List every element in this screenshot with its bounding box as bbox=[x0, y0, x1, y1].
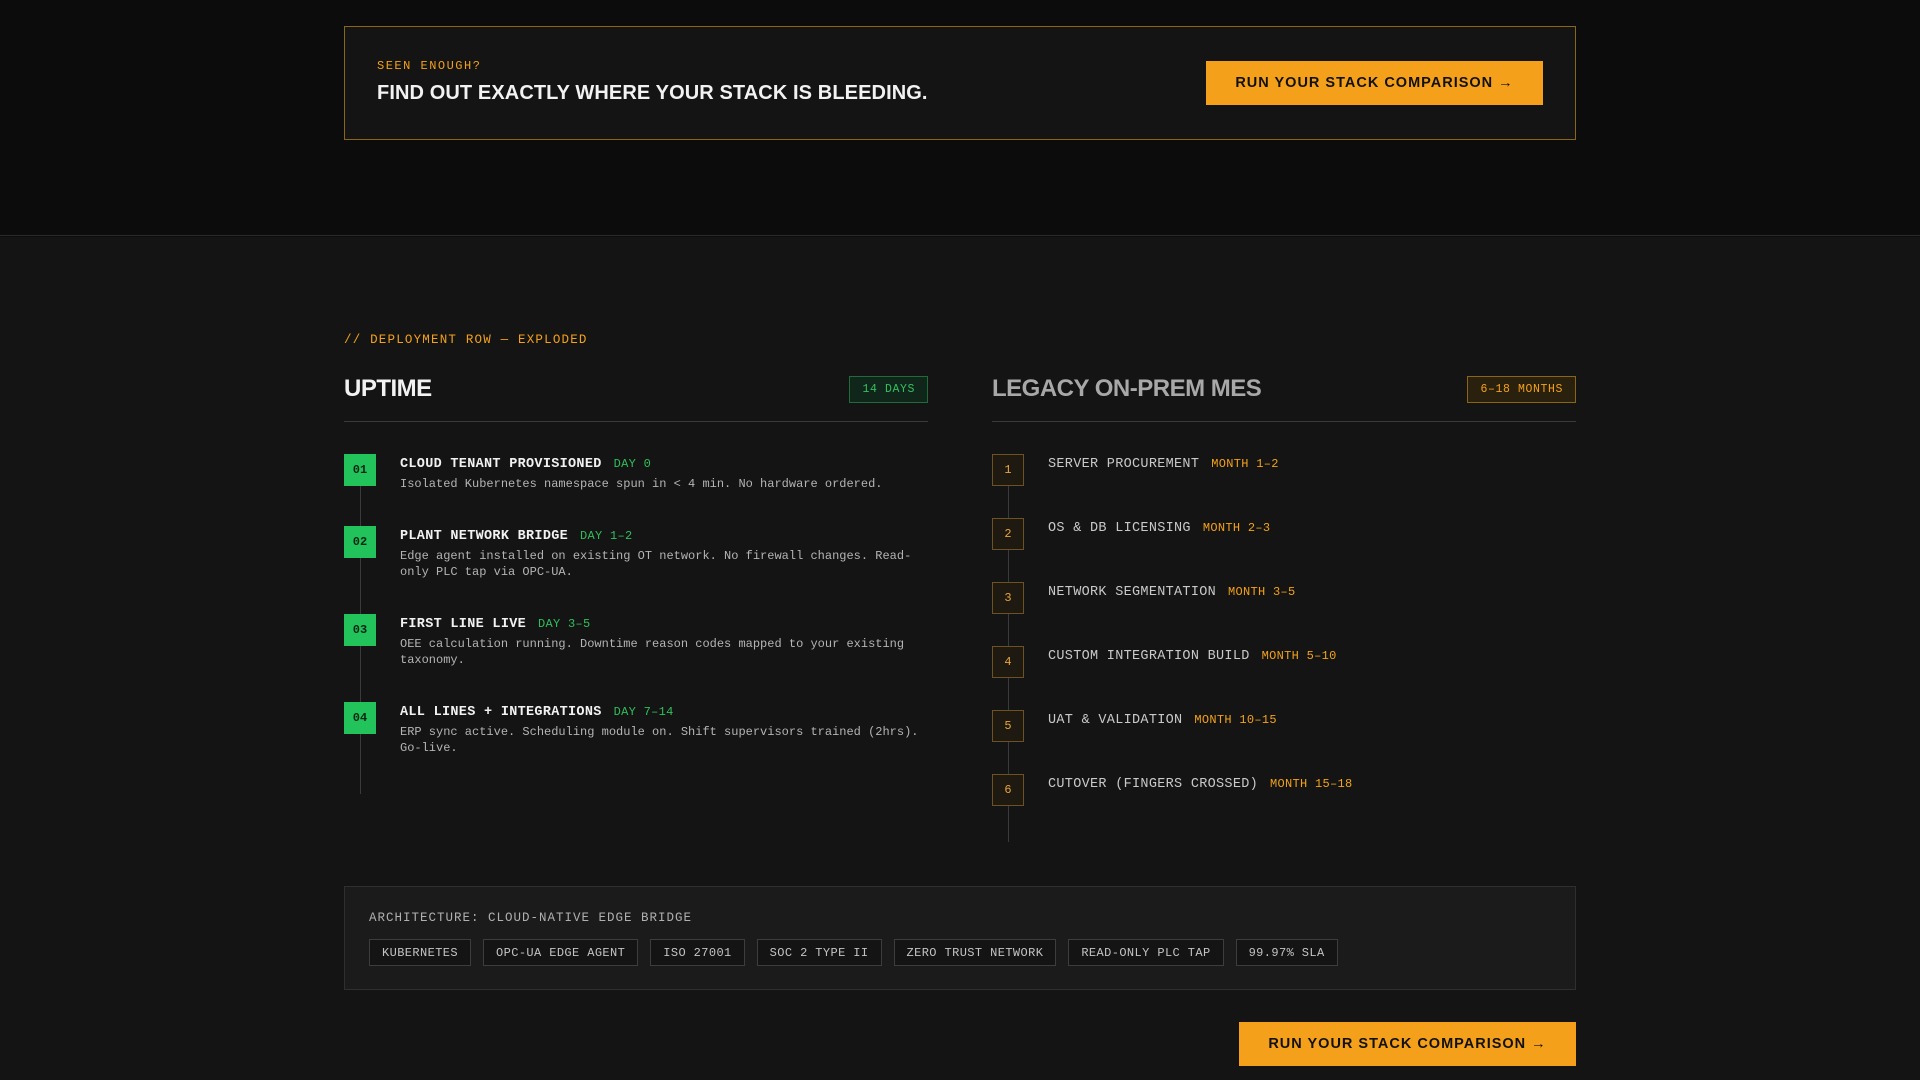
section-eyebrow: // DEPLOYMENT ROW — EXPLODED bbox=[344, 333, 588, 347]
run-stack-comparison-button[interactable]: RUN YOUR STACK COMPARISON → bbox=[1206, 61, 1543, 105]
legacy-title: LEGACY ON-PREM MES bbox=[992, 375, 1262, 402]
step-description: Isolated Kubernetes namespace spun in < … bbox=[400, 477, 883, 491]
uptime-duration-badge: 14 DAYS bbox=[849, 376, 928, 403]
architecture-label: ARCHITECTURE: CLOUD-NATIVE EDGE BRIDGE bbox=[369, 911, 693, 925]
step-description: OEE calculation running. Downtime reason… bbox=[400, 637, 905, 667]
step-name: OS & DB LICENSING bbox=[1048, 521, 1191, 536]
step-number: 4 bbox=[992, 646, 1024, 678]
step-number: 01 bbox=[344, 454, 376, 486]
uptime-steps: 01 CLOUD TENANT PROVISIONED DAY 0 Isolate… bbox=[344, 454, 928, 794]
legacy-header: LEGACY ON-PREM MES 6–18 MONTHS bbox=[992, 375, 1576, 422]
tech-chip: READ-ONLY PLC TAP bbox=[1068, 939, 1224, 966]
step-number: 04 bbox=[344, 702, 376, 734]
step-time: DAY 7–14 bbox=[613, 705, 674, 719]
step-time: MONTH 1–2 bbox=[1211, 457, 1279, 471]
step-number: 2 bbox=[992, 518, 1024, 550]
step-time: DAY 3–5 bbox=[538, 617, 591, 631]
step-name: CLOUD TENANT PROVISIONED bbox=[400, 457, 602, 472]
step-number: 03 bbox=[344, 614, 376, 646]
step-time: MONTH 5–10 bbox=[1261, 649, 1337, 663]
tech-chip: OPC-UA EDGE AGENT bbox=[483, 939, 639, 966]
step-number: 3 bbox=[992, 582, 1024, 614]
step-name: ALL LINES + INTEGRATIONS bbox=[400, 705, 602, 720]
architecture-panel: ARCHITECTURE: CLOUD-NATIVE EDGE BRIDGE K… bbox=[344, 886, 1576, 990]
step-name: UAT & VALIDATION bbox=[1048, 713, 1183, 728]
architecture-chips: KUBERNETES OPC-UA EDGE AGENT ISO 27001 S… bbox=[369, 939, 1338, 966]
cta-eyebrow: SEEN ENOUGH? bbox=[377, 59, 482, 73]
top-cta-band: SEEN ENOUGH? FIND OUT EXACTLY WHERE YOUR… bbox=[0, 0, 1920, 236]
step-number: 02 bbox=[344, 526, 376, 558]
tech-chip: ZERO TRUST NETWORK bbox=[893, 939, 1057, 966]
uptime-header: UPTIME 14 DAYS bbox=[344, 375, 928, 422]
step-time: MONTH 2–3 bbox=[1202, 521, 1271, 535]
step-number: 5 bbox=[992, 710, 1024, 742]
deployment-section: // DEPLOYMENT ROW — EXPLODED UPTIME 14 D… bbox=[0, 237, 1920, 1080]
step-name: PLANT NETWORK BRIDGE bbox=[400, 529, 569, 544]
cta-banner: SEEN ENOUGH? FIND OUT EXACTLY WHERE YOUR… bbox=[344, 26, 1576, 140]
step-name: NETWORK SEGMENTATION bbox=[1048, 585, 1217, 600]
step-name: FIRST LINE LIVE bbox=[400, 617, 527, 632]
step-description: Edge agent installed on existing OT netw… bbox=[400, 549, 912, 579]
legacy-steps: 1 SERVER PROCUREMENT MONTH 1–2 2 OS & DB … bbox=[992, 454, 1576, 842]
tech-chip: KUBERNETES bbox=[369, 939, 472, 966]
step-description: ERP sync active. Scheduling module on. S… bbox=[400, 725, 919, 755]
tech-chip: SOC 2 TYPE II bbox=[756, 939, 882, 966]
step-number: 1 bbox=[992, 454, 1024, 486]
step-name: CUSTOM INTEGRATION BUILD bbox=[1048, 649, 1250, 664]
step-time: MONTH 10–15 bbox=[1194, 713, 1277, 727]
uptime-column: UPTIME 14 DAYS 01 CLOUD TENANT PROVISION… bbox=[344, 375, 928, 794]
legacy-column: LEGACY ON-PREM MES 6–18 MONTHS 1 SERVER … bbox=[992, 375, 1576, 842]
legacy-duration-badge: 6–18 MONTHS bbox=[1467, 376, 1576, 403]
step-name: SERVER PROCUREMENT bbox=[1048, 457, 1200, 472]
step-time: DAY 1–2 bbox=[580, 529, 633, 543]
uptime-title: UPTIME bbox=[344, 375, 432, 402]
cta-headline: FIND OUT EXACTLY WHERE YOUR STACK IS BLE… bbox=[377, 82, 928, 104]
step-time: MONTH 3–5 bbox=[1228, 585, 1296, 599]
step-time: DAY 0 bbox=[613, 457, 652, 471]
step-number: 6 bbox=[992, 774, 1024, 806]
step-time: MONTH 15–18 bbox=[1270, 777, 1353, 791]
run-stack-comparison-button-bottom[interactable]: RUN YOUR STACK COMPARISON → bbox=[1239, 1022, 1576, 1066]
step-name: CUTOVER (FINGERS CROSSED) bbox=[1048, 777, 1259, 792]
tech-chip: 99.97% SLA bbox=[1235, 939, 1338, 966]
tech-chip: ISO 27001 bbox=[650, 939, 745, 966]
